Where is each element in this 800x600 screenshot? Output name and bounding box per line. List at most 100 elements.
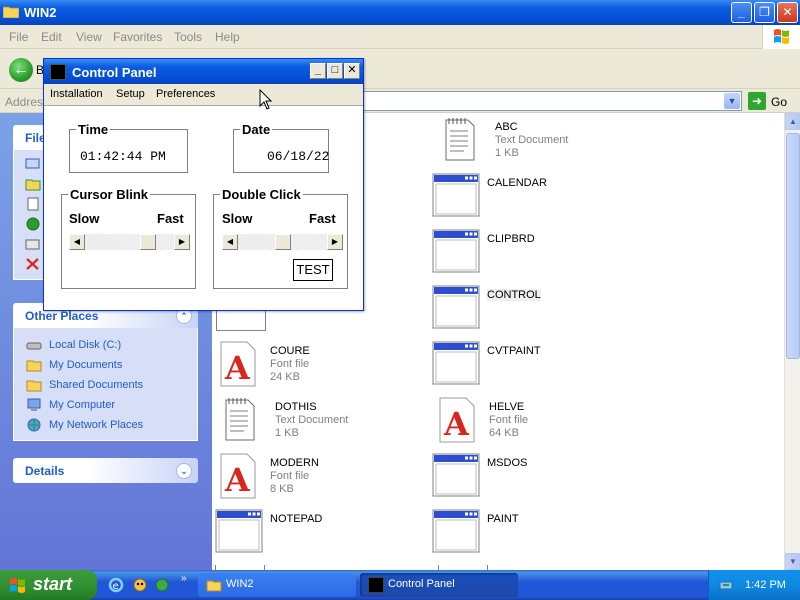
slider-left-icon[interactable]: ◀ [222, 234, 238, 250]
media-player-icon[interactable] [132, 577, 148, 593]
menu-setup[interactable]: Setup [116, 88, 145, 100]
app-window-icon [432, 453, 480, 497]
mouse-pointer-icon [259, 89, 273, 110]
slider-right-icon[interactable]: ▶ [327, 234, 343, 250]
system-tray: 1:42 PM [708, 570, 800, 600]
taskbar: start e » WIN2 Control Panel 1:42 PM [0, 570, 800, 600]
slider-thumb[interactable] [275, 234, 291, 250]
app-window-icon [215, 509, 263, 553]
menu-edit[interactable]: Edit [41, 30, 62, 44]
menu-help[interactable]: Help [215, 30, 240, 44]
go-arrow-icon[interactable]: ➜ [748, 92, 766, 110]
scroll-thumb[interactable] [786, 133, 800, 359]
task-win2[interactable]: WIN2 [198, 573, 356, 597]
slider-track[interactable] [85, 234, 174, 250]
menu-file[interactable]: File [9, 30, 28, 44]
back-arrow-icon[interactable]: ← [9, 58, 33, 82]
other-places-panel: Other Places ⌃ Local Disk (C:) My Docume… [13, 303, 198, 441]
menu-installation[interactable]: Installation [50, 88, 103, 100]
slider-thumb[interactable] [140, 234, 156, 250]
file-name: CONTROL [487, 289, 541, 301]
menu-tools[interactable]: Tools [174, 30, 202, 44]
chevron-down-icon[interactable]: ▼ [724, 93, 740, 109]
safely-remove-hardware-icon[interactable] [718, 577, 734, 593]
file-type: Text Document [275, 414, 349, 426]
quicklaunch-chevron-icon[interactable]: » [181, 573, 187, 584]
task-control-panel[interactable]: Control Panel [360, 573, 518, 597]
move-icon[interactable] [25, 177, 41, 191]
file-item-msdos[interactable]: MSDOS [432, 453, 642, 509]
file-name: DOTHIS [275, 401, 317, 413]
slider-left-icon[interactable]: ◀ [69, 234, 85, 250]
file-item-paint[interactable]: PAINT [432, 509, 642, 565]
go-button[interactable]: Go [771, 95, 787, 109]
cursor-blink-group: Cursor Blink Slow Fast ◀ ▶ [61, 187, 196, 289]
maximize-button[interactable]: □ [327, 63, 343, 79]
menu-view[interactable]: View [76, 30, 102, 44]
svg-text:A: A [224, 461, 251, 499]
control-panel-window: Control Panel _ □ ✕ Installation Setup P… [43, 58, 364, 311]
file-item-notepad[interactable]: NOTEPAD [215, 509, 425, 565]
publish-icon[interactable] [25, 217, 41, 231]
file-item-dothis[interactable]: DOTHIS Text Document 1 KB [220, 397, 430, 453]
delete-icon[interactable] [25, 257, 41, 271]
place-my-documents[interactable]: My Documents [14, 355, 197, 375]
start-label: start [33, 574, 73, 594]
explorer-title: WIN2 [24, 5, 57, 20]
explorer-menu-bar: File Edit View Favorites Tools Help [0, 25, 800, 49]
file-name: HELVE [489, 401, 525, 413]
double-click-slider[interactable]: ◀ ▶ [222, 234, 343, 250]
scroll-down-icon[interactable]: ▼ [785, 553, 800, 570]
menu-favorites[interactable]: Favorites [113, 30, 162, 44]
font-file-icon: A [220, 341, 256, 387]
slider-right-icon[interactable]: ▶ [174, 234, 190, 250]
file-item-modern[interactable]: A MODERN Font file 8 KB [215, 453, 425, 509]
place-label: Shared Documents [49, 379, 144, 391]
close-button[interactable]: ✕ [777, 2, 798, 23]
file-item-cvtpaint[interactable]: CVTPAINT [432, 341, 642, 397]
date-field[interactable]: 06/18/22 [267, 149, 329, 164]
rename-icon[interactable] [25, 157, 41, 171]
file-name: COURE [270, 345, 310, 357]
file-item-control[interactable]: CONTROL [432, 285, 642, 341]
place-my-network-places[interactable]: My Network Places [14, 415, 197, 435]
time-field[interactable]: 01:42:44 PM [80, 149, 166, 164]
file-type: Font file [270, 358, 310, 370]
minimize-button[interactable]: _ [310, 63, 326, 79]
file-item-clipbrd[interactable]: CLIPBRD [432, 229, 642, 285]
internet-explorer-icon[interactable]: e [108, 577, 124, 593]
menu-preferences[interactable]: Preferences [156, 88, 215, 100]
cursor-blink-slider[interactable]: ◀ ▶ [69, 234, 190, 250]
details-title: Details [25, 464, 65, 478]
close-button[interactable]: ✕ [344, 63, 360, 79]
double-click-slow-label: Slow [222, 211, 253, 226]
show-desktop-icon[interactable] [154, 577, 170, 593]
control-panel-title-bar[interactable]: Control Panel _ □ ✕ [44, 59, 363, 84]
explorer-title-bar[interactable]: WIN2 _ ❐ ✕ [0, 0, 800, 25]
app-window-icon [432, 173, 480, 217]
time-label: Time [76, 122, 111, 137]
file-size: 64 KB [489, 427, 519, 439]
vertical-scrollbar[interactable]: ▲ ▼ [784, 113, 800, 570]
clock[interactable]: 1:42 PM [745, 579, 786, 591]
start-button[interactable]: start [0, 570, 97, 600]
app-window-icon [432, 509, 480, 553]
maximize-button[interactable]: ❐ [754, 2, 775, 23]
file-item-helve[interactable]: A HELVE Font file 64 KB [434, 397, 644, 453]
expand-chevron-icon[interactable]: ⌄ [176, 463, 192, 479]
test-button[interactable]: TEST [293, 259, 333, 281]
place-local-disk[interactable]: Local Disk (C:) [14, 335, 197, 355]
details-header[interactable]: Details ⌄ [13, 458, 198, 483]
cursor-blink-fast-label: Fast [157, 211, 184, 226]
minimize-button[interactable]: _ [731, 2, 752, 23]
place-shared-documents[interactable]: Shared Documents [14, 375, 197, 395]
time-group: Time 01:42:44 PM [69, 122, 188, 173]
copy-icon[interactable] [25, 197, 41, 211]
file-item-abc[interactable]: ABC Text Document 1 KB [440, 117, 650, 173]
file-item-calendar[interactable]: CALENDAR [432, 173, 642, 229]
email-icon[interactable] [25, 237, 41, 251]
scroll-up-icon[interactable]: ▲ [785, 113, 800, 130]
file-item-coure[interactable]: A COURE Font file 24 KB [215, 341, 425, 397]
place-my-computer[interactable]: My Computer [14, 395, 197, 415]
date-label: Date [240, 122, 273, 137]
